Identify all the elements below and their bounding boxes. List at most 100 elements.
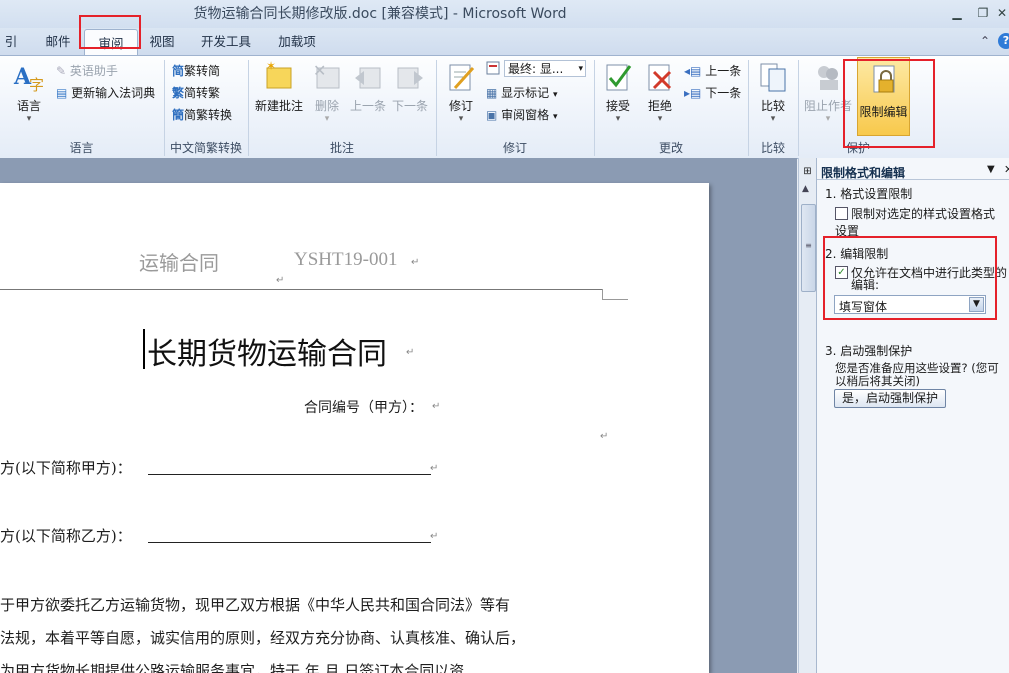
body-paragraph-line[interactable]: 于甲方欲委托乙方运输货物，现甲乙双方根据《中华人民共和国合同法》等有 <box>0 594 510 615</box>
body-paragraph-line[interactable]: 为甲方货物长期提供公路运输服务事宜，特于 年 月 日签订本合同以资 <box>0 660 464 673</box>
english-assistant-icon: ✎ <box>56 64 67 78</box>
tab-developer[interactable]: 开发工具 <box>194 28 258 55</box>
reject-icon <box>648 64 672 91</box>
show-markup-button[interactable]: ▦ 显示标记 ▾ <box>486 84 558 101</box>
group-label-comments: 批注 <box>329 141 354 155</box>
next-comment-button[interactable]: 下一条 <box>390 60 430 114</box>
review-pane-button[interactable]: ▣ 审阅窗格 ▾ <box>486 106 558 123</box>
pane-menu-chevron-icon[interactable]: ▼ <box>987 164 995 175</box>
party-a-blank-line[interactable] <box>148 474 431 475</box>
ribbon: A 字 语言 ▾ ✎ 英语助手 ▤ 更新输入法词典 语言 简繁转简 繁简转繁 簡… <box>0 55 1009 159</box>
format-restriction-checkbox[interactable] <box>835 207 848 220</box>
reject-button[interactable]: 拒绝 ▾ <box>642 60 678 124</box>
show-markup-icon: ▦ <box>486 86 498 100</box>
header-left-text: 运输合同 <box>139 251 219 275</box>
track-changes-button[interactable]: 修订 ▾ <box>442 60 480 124</box>
chevron-up-icon[interactable]: ⌃ <box>980 34 990 48</box>
paragraph-mark-icon: ↵ <box>411 257 420 268</box>
party-b-blank-line[interactable] <box>148 542 431 543</box>
group-label-chinese-convert: 中文简繁转换 <box>169 141 242 155</box>
close-icon[interactable]: ✕ <box>1004 163 1009 176</box>
vertical-scrollbar[interactable]: ⊞ ▲ ≡ <box>798 158 817 673</box>
paragraph-mark-icon: ↵ <box>430 463 439 474</box>
title-bar: 货物运输合同长期修改版.doc [兼容模式] - Microsoft Word … <box>0 0 1009 28</box>
section-formatting-title: 1. 格式设置限制 <box>825 187 913 201</box>
enforcement-description-2: 以稍后将其关闭) <box>835 374 920 388</box>
tab-references[interactable]: 引用 <box>0 28 22 76</box>
header-rule <box>0 289 602 290</box>
party-b-label[interactable]: 方(以下简称乙方)： <box>0 525 132 546</box>
format-restriction-label: 限制对选定的样式设置格式 <box>851 207 996 221</box>
paragraph-mark-icon: ↵ <box>600 431 609 442</box>
simp-to-trad-icon: 繁 <box>172 86 185 100</box>
display-for-review-select[interactable]: 最终: 显... ▾ <box>504 60 586 77</box>
convert-button[interactable]: 簡简繁转换 <box>172 106 232 123</box>
body-paragraph-line[interactable]: 法规，本着平等自愿，诚实信用的原则，经双方充分协商、认真核准、确认后， <box>0 627 525 648</box>
trad-to-simp-button[interactable]: 简繁转简 <box>172 62 220 79</box>
language-button[interactable]: A 字 语言 ▾ <box>10 62 48 124</box>
group-label-changes: 更改 <box>658 141 683 155</box>
chevron-down-icon: ▾ <box>578 64 583 74</box>
compare-button[interactable]: 比较 ▾ <box>754 60 792 124</box>
highlight-restrict-editing <box>843 59 935 148</box>
party-a-label[interactable]: 方(以下简称甲方)： <box>0 457 132 478</box>
accept-button[interactable]: 接受 ▾ <box>600 60 636 124</box>
document-page[interactable]: 运输合同 YSHT19-001 ↵ ↵ 长期货物运输合同 ↵ 合同编号（甲方）：… <box>0 183 709 673</box>
highlight-review-tab <box>79 15 141 49</box>
paragraph-mark-icon: ↵ <box>406 347 415 358</box>
previous-comment-icon <box>355 67 381 89</box>
restrict-formatting-pane: 限制格式和编辑 ▼ ✕ 1. 格式设置限制 限制对选定的样式设置格式 设置 2.… <box>816 158 1009 673</box>
group-label-tracking: 修订 <box>502 141 527 155</box>
next-comment-icon <box>397 67 423 89</box>
restore-button[interactable]: ❐ <box>972 4 994 22</box>
previous-change-button[interactable]: ◂▤ 上一条 <box>684 62 741 79</box>
next-change-icon: ▸▤ <box>684 86 702 100</box>
tab-view[interactable]: 视图 <box>142 28 182 55</box>
language-icon: A 字 <box>13 64 44 94</box>
scroll-thumb[interactable]: ≡ <box>801 204 816 292</box>
track-changes-icon <box>449 64 475 91</box>
convert-icon: 簡 <box>172 108 185 122</box>
paragraph-mark-icon: ↵ <box>430 531 439 542</box>
start-enforcing-protection-button[interactable]: 是，启动强制保护 <box>834 389 946 408</box>
minimize-button[interactable]: ▁ <box>946 4 968 22</box>
ribbon-tab-strip: 引用 邮件 审阅 视图 开发工具 加载项 ⌃ ? <box>0 15 1009 76</box>
new-comment-icon: ✶ <box>266 59 292 89</box>
tab-mailings[interactable]: 邮件 <box>38 28 78 55</box>
scroll-up-icon[interactable]: ▲ <box>802 184 809 194</box>
svg-text:✕: ✕ <box>313 61 326 80</box>
paragraph-mark-icon: ↵ <box>276 275 285 286</box>
header-right-text: YSHT19-001 <box>294 249 398 270</box>
trad-to-simp-icon: 简 <box>172 64 185 78</box>
highlight-editing-restrictions <box>823 236 997 320</box>
text-cursor <box>143 329 145 369</box>
accept-icon <box>606 64 632 91</box>
english-assistant-button[interactable]: ✎ 英语助手 <box>56 62 118 79</box>
simp-to-trad-button[interactable]: 繁简转繁 <box>172 84 220 101</box>
language-label: 语言 <box>16 99 41 113</box>
pane-divider <box>817 179 1009 180</box>
previous-comment-button[interactable]: 上一条 <box>348 60 388 114</box>
delete-comment-button[interactable]: ✕ 删除 ▾ <box>310 60 344 124</box>
new-comment-button[interactable]: ✶ 新建批注 <box>252 59 306 114</box>
update-ime-button[interactable]: ▤ 更新输入法词典 <box>56 84 155 101</box>
section-enforcement-title: 3. 启动强制保护 <box>825 344 913 358</box>
block-authors-icon <box>818 66 838 90</box>
margin-corner <box>602 289 603 299</box>
ruler-toggle-icon[interactable]: ⊞ <box>801 166 814 179</box>
group-label-compare: 比较 <box>760 141 785 155</box>
dictionary-icon: ▤ <box>56 86 68 100</box>
compare-icon <box>760 63 786 92</box>
paragraph-mark-icon: ↵ <box>432 401 441 412</box>
group-label-language: 语言 <box>69 141 94 155</box>
document-title[interactable]: 长期货物运输合同 <box>147 329 387 373</box>
tab-addins[interactable]: 加载项 <box>270 28 324 55</box>
contract-number-label[interactable]: 合同编号（甲方）： <box>304 397 423 417</box>
delete-comment-icon: ✕ <box>313 61 340 89</box>
grip-icon: ≡ <box>805 241 812 250</box>
close-button[interactable]: ✕ <box>995 4 1009 22</box>
display-for-review-icon <box>486 61 500 75</box>
svg-text:字: 字 <box>29 76 44 94</box>
next-change-button[interactable]: ▸▤ 下一条 <box>684 84 741 101</box>
help-icon[interactable]: ? <box>998 33 1009 49</box>
